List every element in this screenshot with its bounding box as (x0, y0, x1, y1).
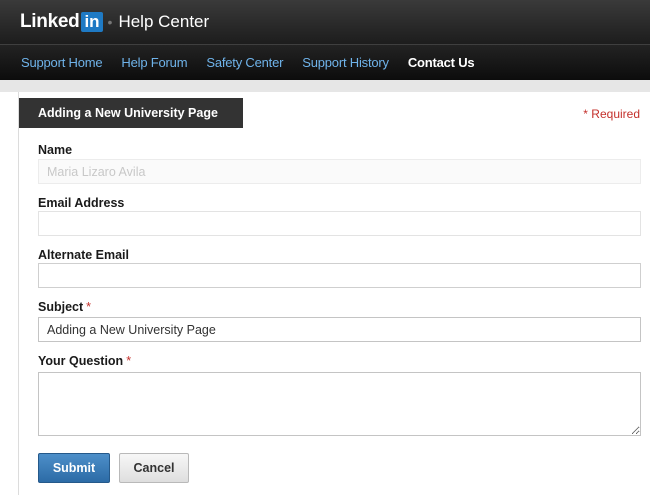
required-star-icon: * (86, 300, 92, 314)
form-title-tab: Adding a New University Page (19, 98, 243, 128)
required-note: * Required (583, 107, 640, 121)
alternate-email-label: Alternate Email (38, 248, 130, 262)
question-label: Your Question * (38, 354, 131, 368)
logo-separator-icon: • (107, 14, 113, 30)
nav-safety-center[interactable]: Safety Center (206, 55, 283, 70)
question-textarea[interactable] (38, 372, 641, 436)
name-field[interactable] (38, 159, 641, 184)
nav-contact-us[interactable]: Contact Us (408, 55, 475, 70)
top-header: Linked in • Help Center (0, 0, 650, 44)
subject-field[interactable] (38, 317, 641, 342)
email-field[interactable] (38, 211, 641, 236)
cancel-button[interactable]: Cancel (119, 453, 189, 483)
alternate-email-field[interactable] (38, 263, 641, 288)
subject-label-text: Subject (38, 300, 84, 314)
nav-help-forum[interactable]: Help Forum (121, 55, 187, 70)
header-spacer (0, 80, 650, 92)
subject-label: Subject * (38, 300, 91, 314)
email-label: Email Address (38, 196, 125, 210)
logo-wordmark: Linked (20, 11, 80, 32)
submit-button[interactable]: Submit (38, 453, 110, 483)
logo-in-badge: in (81, 12, 103, 32)
main-nav: Support Home Help Forum Safety Center Su… (0, 44, 650, 80)
linkedin-logo[interactable]: Linked in (20, 11, 103, 33)
name-label: Name (38, 143, 73, 157)
nav-support-history[interactable]: Support History (302, 55, 389, 70)
contact-form: Adding a New University Page * Required … (18, 92, 650, 495)
page-title: Help Center (118, 12, 210, 31)
nav-support-home[interactable]: Support Home (21, 55, 103, 70)
question-label-text: Your Question (38, 354, 124, 368)
required-star-icon: * (126, 354, 132, 368)
